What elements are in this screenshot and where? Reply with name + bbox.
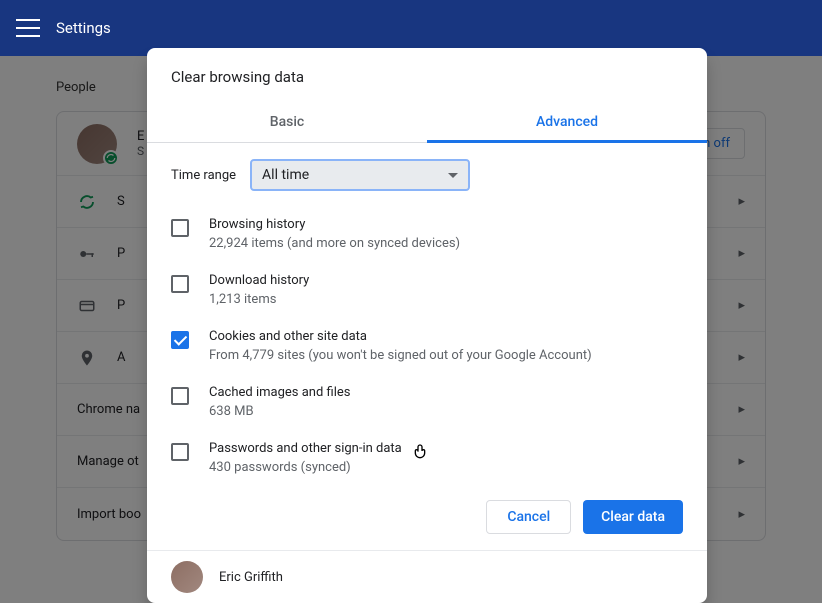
clear-option[interactable]: Cookies and other site data From 4,779 si… xyxy=(171,321,683,377)
option-title: Cached images and files xyxy=(209,385,683,400)
avatar xyxy=(171,561,203,593)
checkbox[interactable] xyxy=(171,387,189,405)
clear-option[interactable]: Download history 1,213 items xyxy=(171,265,683,321)
option-title: Cookies and other site data xyxy=(209,329,683,344)
cancel-button[interactable]: Cancel xyxy=(486,500,571,534)
checkbox[interactable] xyxy=(171,443,189,461)
tab-basic[interactable]: Basic xyxy=(147,104,427,142)
tab-advanced[interactable]: Advanced xyxy=(427,104,707,142)
option-subtitle: From 4,779 sites (you won't be signed ou… xyxy=(209,348,683,363)
clear-data-button[interactable]: Clear data xyxy=(583,500,683,534)
clear-option[interactable]: Browsing history 22,924 items (and more o… xyxy=(171,209,683,265)
option-title: Passwords and other sign-in data xyxy=(209,441,683,456)
option-subtitle: 22,924 items (and more on synced devices… xyxy=(209,236,683,251)
clear-option[interactable]: Cached images and files 638 MB xyxy=(171,377,683,433)
clear-option[interactable]: Passwords and other sign-in data 430 pass… xyxy=(171,433,683,484)
option-subtitle: 638 MB xyxy=(209,404,683,419)
checkbox[interactable] xyxy=(171,219,189,237)
option-subtitle: 430 passwords (synced) xyxy=(209,460,683,475)
clear-browsing-data-dialog: Clear browsing data Basic Advanced Time … xyxy=(147,48,707,603)
account-name: Eric Griffith xyxy=(219,570,283,585)
checkbox[interactable] xyxy=(171,331,189,349)
menu-icon[interactable] xyxy=(16,19,40,37)
dialog-title: Clear browsing data xyxy=(147,48,707,104)
checkbox[interactable] xyxy=(171,275,189,293)
chevron-down-icon xyxy=(448,173,458,178)
option-title: Download history xyxy=(209,273,683,288)
option-title: Browsing history xyxy=(209,217,683,232)
dialog-body: Time range All time Browsing history 22,9… xyxy=(147,143,707,484)
account-footer[interactable]: Eric Griffith xyxy=(147,551,707,603)
page-title: Settings xyxy=(56,19,111,37)
time-range-select[interactable]: All time xyxy=(250,159,470,191)
time-range-label: Time range xyxy=(171,168,236,183)
option-subtitle: 1,213 items xyxy=(209,292,683,307)
